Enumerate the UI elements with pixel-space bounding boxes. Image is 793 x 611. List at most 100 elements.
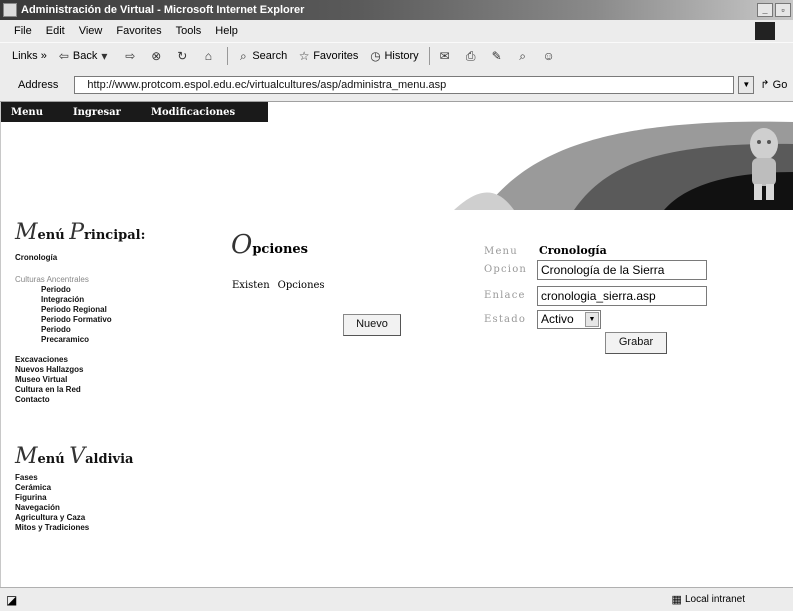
title-bar: Administración de Virtual - Microsoft In… [0,0,793,20]
print-icon: ⎙ [465,48,476,63]
zone-label: Local intranet [684,594,745,605]
estado-select-value: Activo [541,312,574,326]
existen-label: Existen [232,280,270,291]
opciones-label: Opciones [277,280,325,291]
search-button[interactable]: ⌕ Search [236,49,287,63]
menu-file[interactable]: File [14,25,32,37]
menu-tools[interactable]: Tools [176,25,202,37]
valdivia-link-fases[interactable]: Fases [15,473,133,483]
menu-link-excavaciones[interactable]: Excavaciones [15,355,145,365]
valdivia-link-ceramica[interactable]: Cerámica [15,483,133,493]
menu-sublink[interactable]: Periodo Formativo [15,315,145,325]
windows-logo-icon [755,22,775,40]
opcion-field-label: Opcion [484,264,528,275]
favorites-button[interactable]: ☆ Favorites [297,48,359,63]
valdivia-link-mitos[interactable]: Mitos y Tradiciones [15,523,133,533]
page-done-icon: ◪ [6,592,18,607]
standard-toolbar: Links » ⇦ Back ▾ ⇨ ⊗ ↻ ⌂ ⌕ Search ☆ Favo… [0,42,793,68]
refresh-icon: ↻ [177,48,188,63]
site-navbar: Menu Ingresar Modificaciones [1,102,268,122]
stop-icon: ⊗ [151,48,162,63]
valdivia-link-agricultura[interactable]: Agricultura y Caza [15,513,133,523]
messenger-icon: ☺ [542,48,555,63]
menu-sublink[interactable]: Periodo [15,285,145,295]
toolbar-separator [227,46,229,65]
menu-field-label: Menu [484,246,518,257]
banner-graphic [454,102,793,210]
messenger-button[interactable]: ☺ [542,49,558,63]
maximize-button[interactable]: ▫ [775,3,791,17]
discuss-icon: ⌕ [519,48,527,63]
toolbar-separator [428,46,430,65]
address-dropdown-button[interactable]: ▼ [738,75,755,94]
menu-link-cronologia[interactable]: Cronología [15,253,145,263]
back-button[interactable]: ⇦ Back ▾ [57,49,113,63]
menu-link-culturas[interactable]: Culturas Ancentrales [15,275,145,285]
estado-field-label: Estado [484,314,527,325]
history-button[interactable]: ◷ History [368,49,418,63]
menu-view[interactable]: View [79,25,103,37]
history-label: History [384,49,419,62]
ie-app-icon [3,3,17,17]
back-label: Back [72,49,98,62]
security-zone: ▦ Local intranet [672,593,745,606]
favorites-icon: ☆ [298,48,310,63]
intranet-icon: ▦ [671,594,682,606]
refresh-button[interactable]: ↻ [175,49,191,63]
menu-sublink[interactable]: Periodo [15,325,145,335]
menu-sublink[interactable]: Integración [15,295,145,305]
discuss-button[interactable]: ⌕ [516,49,532,63]
valdivia-menu: Menú Valdivia Fases Cerámica Figurina Na… [15,444,133,533]
address-label: Address [18,78,59,91]
nav-ingresar[interactable]: Ingresar [73,107,121,118]
opciones-count-row: Existen Opciones [232,280,325,291]
forward-button[interactable]: ⇨ [123,49,139,63]
history-icon: ◷ [370,48,381,63]
valdivia-menu-heading: Menú Valdivia [15,444,134,469]
address-input[interactable]: http://www.protcom.espol.edu.ec/virtualc… [74,75,735,94]
nav-modificaciones[interactable]: Modificaciones [151,107,235,118]
menu-help[interactable]: Help [215,25,238,37]
menu-sublink[interactable]: Precaramico [15,335,145,345]
enlace-field-label: Enlace [484,290,526,301]
main-menu-heading: Menú Principal: [15,220,146,245]
links-toolbar-button[interactable]: Links » [12,50,47,62]
chevron-down-icon: ▼ [585,312,599,327]
menu-link-museo-virtual[interactable]: Museo Virtual [15,375,145,385]
menu-bar: File Edit View Favorites Tools Help [0,20,793,42]
back-arrow-icon: ⇦ [58,48,69,63]
enlace-input[interactable]: cronologia_sierra.asp [537,286,707,306]
nav-menu[interactable]: Menu [11,107,43,118]
go-label: Go [772,79,788,91]
menu-favorites[interactable]: Favorites [116,25,161,37]
mail-icon: ✉ [439,48,450,63]
opcion-input[interactable]: Cronología de la Sierra [537,260,707,280]
search-icon: ⌕ [239,48,247,63]
go-button[interactable]: ↱ Go [760,78,787,91]
print-button[interactable]: ⎙ [464,49,480,63]
menu-link-nuevos-hallazgos[interactable]: Nuevos Hallazgos [15,365,145,375]
grabar-button[interactable]: Grabar [605,332,667,354]
forward-arrow-icon: ⇨ [125,48,136,63]
menu-link-contacto[interactable]: Contacto [15,395,145,405]
edit-button[interactable]: ✎ [490,49,506,63]
address-bar: Address http://www.protcom.espol.edu.ec/… [0,68,793,102]
status-bar: ◪ ▦ Local intranet [0,587,793,611]
home-icon: ⌂ [204,48,212,63]
window-title: Administración de Virtual - Microsoft In… [21,4,305,16]
stop-button[interactable]: ⊗ [149,49,165,63]
menu-field-value: Cronología [539,244,607,257]
valdivia-link-navegacion[interactable]: Navegación [15,503,133,513]
nuevo-button[interactable]: Nuevo [343,314,401,336]
menu-edit[interactable]: Edit [46,25,65,37]
menu-link-cultura-red[interactable]: Cultura en la Red [15,385,145,395]
mail-button[interactable]: ✉ [438,49,454,63]
favorites-label: Favorites [313,49,359,62]
search-label: Search [252,49,288,62]
menu-sublink[interactable]: Periodo Regional [15,305,145,315]
estado-select[interactable]: Activo ▼ [537,310,601,329]
valdivia-link-figurina[interactable]: Figurina [15,493,133,503]
minimize-button[interactable]: _ [757,3,773,17]
go-arrow-icon: ↱ [760,79,770,91]
home-button[interactable]: ⌂ [201,49,217,63]
